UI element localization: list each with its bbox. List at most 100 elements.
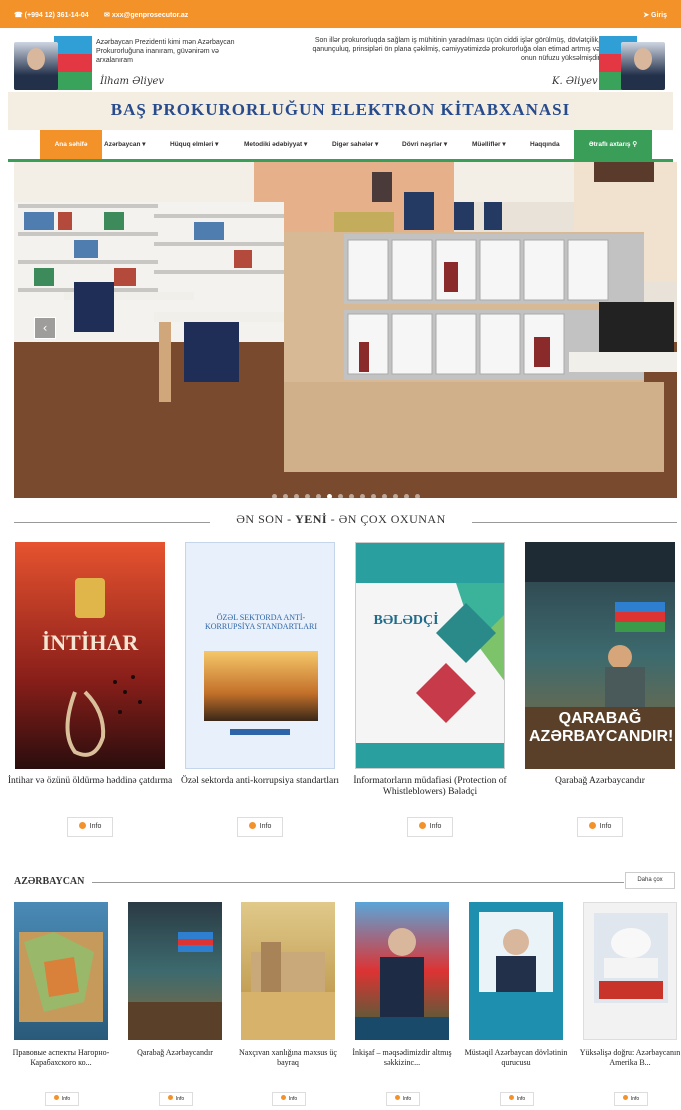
president-portrait-left <box>14 36 92 90</box>
email-text[interactable]: ✉ xxx@genprosecutor.az <box>104 11 188 19</box>
nav-azerbaycan[interactable]: Azərbaycan ▾ <box>104 130 146 159</box>
slider-dot[interactable] <box>282 494 288 498</box>
info-button[interactable]: Info <box>67 817 113 837</box>
site-title: BAŞ PROKURORLUĞUN ELEKTRON KİTABXANASI <box>110 100 571 119</box>
nav-dovri[interactable]: Dövri nəşrlər ▾ <box>402 130 447 159</box>
section-divider <box>14 882 624 883</box>
info-icon <box>53 1095 59 1100</box>
info-icon <box>280 1095 286 1100</box>
slider-dot[interactable] <box>381 494 387 498</box>
slider-dot[interactable] <box>271 494 277 498</box>
book-cover[interactable] <box>14 902 108 1040</box>
info-icon <box>418 822 426 829</box>
main-nav: Ana səhifə Azərbaycan ▾ Hüquq elmləri ▾ … <box>8 130 673 162</box>
book-title[interactable]: İntihar və özünü öldürmə həddinə çatdırm… <box>6 776 174 787</box>
nav-search-button[interactable]: Ətraflı axtarış ⚲ <box>574 130 652 159</box>
book-cover[interactable] <box>128 902 222 1040</box>
right-quote: Son illər prokurorluqda sağlam iş mühiti… <box>312 37 600 62</box>
slider-dot[interactable] <box>392 494 398 498</box>
book-cover[interactable] <box>469 902 563 1040</box>
info-button[interactable]: Info <box>614 1092 648 1106</box>
phone-text[interactable]: ☎ (+994 12) 361-14-04 <box>14 11 89 19</box>
book-title[interactable]: Qarabağ Azərbaycandır <box>123 1048 227 1058</box>
email-value: xxx@genprosecutor.az <box>111 12 189 19</box>
tab-most-read[interactable]: ƏN ÇOX OXUNAN <box>339 512 446 526</box>
login-link[interactable]: ➤ Giriş <box>643 11 667 19</box>
info-button[interactable]: Info <box>407 817 453 837</box>
cover-pattern <box>356 543 504 768</box>
book-title[interactable]: Müstəqil Azərbaycan dövlətinin qurucusu <box>464 1048 568 1067</box>
info-button[interactable]: Info <box>577 817 623 837</box>
nav-huquq[interactable]: Hüquq elmləri ▾ <box>170 130 218 159</box>
info-button[interactable]: Info <box>272 1092 306 1106</box>
slider-dot[interactable] <box>414 494 420 498</box>
portrait-image <box>479 912 553 992</box>
book-title[interactable]: Правовые аспекты Нагорно-Карабахского ко… <box>9 1048 113 1067</box>
slider-dot[interactable] <box>403 494 409 498</box>
slider-dot[interactable] <box>337 494 343 498</box>
info-label: Info <box>288 1096 298 1102</box>
section-title: AZƏRBAYCAN <box>14 876 93 887</box>
book-cover[interactable]: BƏLƏDÇİ <box>355 542 505 769</box>
slider-dot[interactable] <box>293 494 299 498</box>
cover-title: ÖZƏL SEKTORDA ANTİ-KORRUPSİYA STANDARTLA… <box>204 613 317 631</box>
nav-diger[interactable]: Digər sahələr ▾ <box>332 130 378 159</box>
slider-dot[interactable] <box>304 494 310 498</box>
nav-haqqinda[interactable]: Haqqında <box>530 130 560 159</box>
nav-label: Digər sahələr <box>332 141 374 148</box>
book-title[interactable]: İnkişaf – məqsədimizdir altmış səkkizinc… <box>350 1048 454 1067</box>
book-cover[interactable] <box>583 902 677 1040</box>
header-banner: Azərbaycan Prezidenti kimi mən Azərbayca… <box>0 28 681 92</box>
nav-label: Metodiki ədəbiyyat <box>244 141 303 148</box>
info-label: Info <box>429 823 442 830</box>
prosecutor-portrait-right <box>599 36 677 90</box>
info-icon <box>167 1095 173 1100</box>
book-cover[interactable]: İNTİHAR <box>15 542 165 769</box>
slider-prev-button[interactable]: ‹ <box>34 317 56 339</box>
info-button[interactable]: Info <box>45 1092 79 1106</box>
cover-title: QARABAĞ AZƏRBAYCANDIR! <box>529 710 674 745</box>
info-label: Info <box>175 1096 185 1102</box>
book-title[interactable]: Qarabağ Azərbaycandır <box>516 776 681 787</box>
slider-dot[interactable] <box>359 494 365 498</box>
tab-new[interactable]: YENİ <box>295 512 327 526</box>
book-title[interactable]: İnformatorların müdafiəsi (Protection of… <box>346 776 514 798</box>
tab-latest[interactable]: ƏN SON <box>236 512 283 526</box>
cover-photo <box>204 651 318 721</box>
slider-dot-active[interactable] <box>326 494 332 498</box>
info-icon <box>248 822 256 829</box>
cover-photo <box>128 932 222 1040</box>
nav-muellifler[interactable]: Müəlliflər ▾ <box>472 130 506 159</box>
view-all-button[interactable]: Daha çox <box>625 872 675 889</box>
login-label: Giriş <box>651 12 667 19</box>
cover-photo <box>241 942 335 1040</box>
slider-dot[interactable] <box>370 494 376 498</box>
map-icon <box>19 932 103 1022</box>
info-button[interactable]: Info <box>237 817 283 837</box>
slider-dot[interactable] <box>348 494 354 498</box>
nav-label: Dövri nəşrlər <box>402 141 443 148</box>
book-cover[interactable]: ÖZƏL SEKTORDA ANTİ-KORRUPSİYA STANDARTLA… <box>185 542 335 769</box>
top-bar: ☎ (+994 12) 361-14-04 ✉ xxx@genprosecuto… <box>0 0 681 28</box>
slider-dot[interactable] <box>315 494 321 498</box>
book-title[interactable]: Özəl sektorda anti-korrupsiya standartla… <box>176 776 344 787</box>
info-label: Info <box>516 1096 526 1102</box>
hero-slider[interactable]: ‹ <box>14 162 677 498</box>
info-button[interactable]: Info <box>159 1092 193 1106</box>
book-cover[interactable] <box>241 902 335 1040</box>
phone-value: (+994 12) 361-14-04 <box>24 12 89 19</box>
info-button[interactable]: Info <box>500 1092 534 1106</box>
info-label: Info <box>259 823 272 830</box>
info-icon <box>508 1095 514 1100</box>
book-title[interactable]: Yüksəlişə doğru: Azərbaycanın Amerika B.… <box>578 1048 681 1067</box>
portrait-image <box>14 42 58 90</box>
book-title[interactable]: Naxçıvan xanlığına məxsus üç bayraq <box>236 1048 340 1067</box>
flag-icon <box>54 36 92 90</box>
book-cover[interactable] <box>355 902 449 1040</box>
nav-home[interactable]: Ana səhifə <box>40 130 102 159</box>
info-button[interactable]: Info <box>386 1092 420 1106</box>
nav-metodiki[interactable]: Metodiki ədəbiyyat ▾ <box>244 130 307 159</box>
book-cover[interactable]: QARABAĞ AZƏRBAYCANDIR! <box>525 542 675 769</box>
left-signature: İlham Əliyev <box>100 76 165 87</box>
nav-label: Azərbaycan <box>104 141 141 148</box>
